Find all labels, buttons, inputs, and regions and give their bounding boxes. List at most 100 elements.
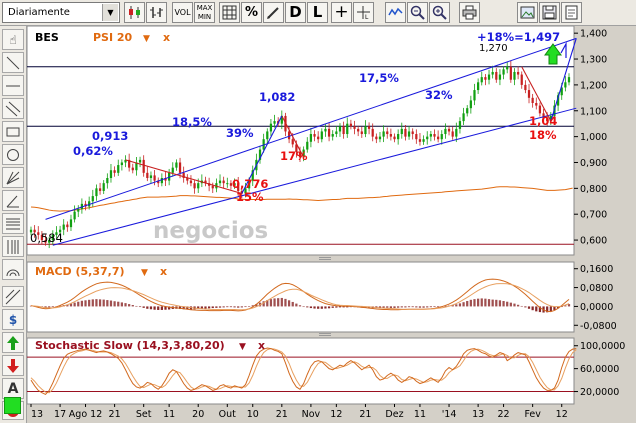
max-min-button[interactable]: MAX MIN [194, 2, 215, 23]
x-tick-label: Ago 12 [69, 409, 102, 420]
candlestick-type-button[interactable] [124, 2, 145, 23]
annotation-175pct: 17,5% [359, 71, 399, 85]
candle [171, 167, 174, 173]
macd-histogram-bar [397, 306, 400, 308]
grid-button[interactable] [219, 2, 240, 23]
zoom-in-button[interactable] [429, 2, 450, 23]
candle [211, 185, 214, 189]
arc-tool-button[interactable] [2, 259, 24, 280]
macd-menu-icon[interactable]: ▼ [141, 268, 148, 278]
macd-histogram-bar [455, 304, 458, 307]
macd-histogram-bar [131, 305, 134, 307]
pointer-tool-button[interactable]: ☝ [2, 29, 24, 50]
macd-histogram-bar [138, 306, 142, 308]
candle [389, 134, 392, 137]
candle [495, 71, 498, 80]
macd-histogram-bar [106, 300, 109, 307]
period-select[interactable]: Diariamente ▼ [2, 2, 120, 23]
percent-label: % [244, 5, 259, 20]
fan-tool-button[interactable] [2, 167, 24, 188]
candle [142, 159, 145, 173]
annotation-18pct: 18% [529, 128, 557, 142]
linear-scale-button[interactable]: L [307, 2, 328, 23]
x-tick-label: 13 [472, 409, 484, 420]
cycles-tool-button[interactable] [2, 286, 24, 307]
horizontal-line-icon: L [357, 6, 370, 20]
text-tool-button[interactable]: A [2, 378, 24, 399]
macd-histogram-bar [462, 302, 465, 307]
macd-histogram-bar [477, 298, 480, 307]
compare-button[interactable] [385, 2, 406, 23]
candle [455, 128, 458, 137]
y-tick-label: 0,800 [580, 184, 607, 195]
x-tick-label: 22 [498, 409, 510, 420]
crosshair-button[interactable]: + [331, 2, 352, 23]
parallel-tool-button[interactable] [2, 98, 24, 119]
edit-button[interactable] [263, 2, 284, 23]
macd-histogram-bar [513, 303, 516, 307]
print-button[interactable] [459, 2, 480, 23]
fan-lines-icon [6, 171, 20, 184]
symbol-title: BES [35, 31, 59, 44]
macd-histogram-bar [153, 306, 156, 310]
stochastic-menu-icon[interactable]: ▼ [239, 342, 246, 352]
candle [335, 131, 338, 135]
color-swatch[interactable] [4, 397, 21, 414]
candle [120, 162, 123, 166]
angle-icon [6, 195, 19, 207]
buy-arrow-button[interactable] [2, 332, 24, 353]
x-tick-label: Dez [385, 409, 403, 420]
macd-histogram-bar [306, 306, 309, 308]
macd-histogram-bar [91, 299, 94, 307]
candle [222, 180, 225, 184]
x-tick-label: '14 [442, 409, 457, 420]
daily-scale-button[interactable]: D [285, 2, 306, 23]
line-tool-button[interactable] [2, 52, 24, 73]
macd-histogram-bar [277, 298, 280, 307]
y-tick-label: 0,900 [580, 158, 607, 169]
help-button[interactable] [561, 2, 582, 23]
macd-histogram-bar [393, 306, 396, 308]
candle [411, 131, 414, 135]
fibonacci-icon [6, 218, 20, 229]
circle-tool-button[interactable] [2, 144, 24, 165]
overlay-remove-icon[interactable]: x [163, 31, 170, 44]
circle-icon [7, 148, 19, 161]
percent-button[interactable]: % [241, 2, 262, 23]
fibonacci-tool-button[interactable] [2, 213, 24, 234]
zoom-out-button[interactable] [407, 2, 428, 23]
x-tick-label: 17 [54, 409, 66, 420]
horizontal-line-button[interactable]: L [353, 2, 374, 23]
angle-tool-button[interactable] [2, 190, 24, 211]
macd-remove-icon[interactable]: x [160, 265, 167, 278]
currency-tool-button[interactable]: $ [2, 309, 24, 330]
fibonacci-fan-tool-button[interactable] [2, 236, 24, 257]
candle [342, 126, 345, 135]
save-button[interactable] [539, 2, 560, 23]
x-tick-label: 11 [414, 409, 426, 420]
horizontal-tool-button[interactable] [2, 75, 24, 96]
zoom-out-icon [410, 5, 425, 20]
rectangle-tool-button[interactable] [2, 121, 24, 142]
sell-arrow-button[interactable] [2, 355, 24, 376]
macd-histogram-bar [157, 306, 160, 310]
overlay-menu-icon[interactable]: ▼ [143, 34, 150, 44]
candle [375, 136, 378, 140]
candle [317, 136, 320, 140]
stochastic-remove-icon[interactable]: x [258, 339, 265, 352]
grid-icon [222, 5, 237, 20]
volume-button[interactable]: VOL [172, 2, 193, 23]
candle [226, 183, 229, 185]
macd-histogram-bar [273, 298, 276, 307]
candle [393, 136, 396, 140]
macd-histogram-bar [247, 306, 251, 307]
bar-type-button[interactable] [146, 2, 167, 23]
x-tick-label: 10 [247, 409, 259, 420]
candle [218, 180, 222, 184]
candle [131, 167, 134, 171]
macd-histogram-bar [516, 304, 520, 307]
candle [102, 183, 105, 191]
image-button[interactable] [517, 2, 538, 23]
annotation-0913: 0,913 [92, 129, 128, 143]
macd-histogram-bar [549, 306, 552, 312]
